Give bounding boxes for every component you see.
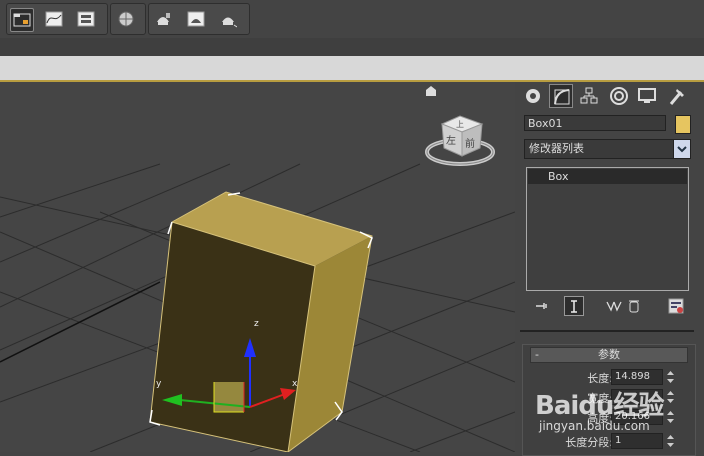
viewcube-left-label: 左 (446, 134, 456, 147)
rendered-frame-window-button[interactable] (185, 8, 207, 30)
viewcube[interactable]: 上 前 左 (425, 115, 495, 166)
watermark-brand: Baidu经验 (535, 391, 664, 421)
axis-z-label: z (254, 319, 259, 329)
make-unique-button[interactable] (604, 296, 624, 316)
rendered-frame-window-icon (187, 11, 205, 27)
material-editor-button[interactable] (115, 8, 137, 30)
trash-icon (629, 300, 639, 313)
hammer-icon (669, 89, 684, 105)
tab-create[interactable] (521, 84, 545, 108)
toolbar-group (110, 3, 146, 35)
make-unique-icon (606, 301, 622, 312)
tab-modify[interactable] (549, 84, 573, 108)
object-name-field[interactable]: Box01 (524, 115, 666, 131)
collapse-toggle[interactable]: - (535, 348, 539, 362)
watermark-url: jingyan.baidu.com (539, 419, 650, 433)
motion-icon (610, 87, 628, 105)
box01-object[interactable] (149, 191, 373, 452)
curve-editor-button[interactable] (43, 8, 65, 30)
schematic-view-button[interactable] (75, 8, 97, 30)
schematic-view-icon (77, 11, 95, 27)
scene-explorer-button[interactable] (10, 8, 34, 32)
axis-x-label: x (292, 379, 298, 389)
modify-icon (554, 89, 570, 105)
modifier-stack[interactable]: Box (526, 167, 689, 291)
pin-stack-button[interactable] (532, 296, 552, 316)
curve-editor-icon (45, 11, 63, 27)
param-length-field[interactable]: 14.898 (611, 369, 663, 385)
chevron-down-icon[interactable] (673, 140, 690, 158)
parameters-rollout-header[interactable]: 参数 - (530, 347, 688, 363)
show-end-result-button[interactable] (564, 296, 584, 316)
object-color-swatch[interactable] (675, 115, 691, 134)
stack-tools (524, 296, 694, 318)
panel-divider (520, 330, 694, 332)
axis-y-label: y (156, 379, 162, 389)
create-icon (526, 89, 540, 103)
stack-item-box[interactable]: Box (528, 169, 687, 184)
tab-display[interactable] (635, 84, 659, 108)
length-spinner-icon[interactable] (666, 369, 675, 385)
modifier-list-label: 修改器列表 (529, 142, 584, 155)
modifier-list-dropdown[interactable]: 修改器列表 (524, 139, 691, 159)
perspective-viewport[interactable]: z y x 上 前 左 (0, 82, 515, 452)
display-icon (638, 88, 656, 103)
tab-hierarchy[interactable] (577, 84, 601, 108)
render-setup-button[interactable] (152, 8, 174, 30)
scene-explorer-icon (13, 13, 31, 27)
material-editor-icon (118, 11, 134, 27)
configure-icon (668, 298, 684, 314)
world-axis-line (0, 281, 161, 363)
ribbon-bar (0, 56, 704, 82)
remove-modifier-button[interactable] (624, 296, 644, 316)
hierarchy-icon (580, 87, 598, 104)
teapot-icon (222, 17, 237, 28)
main-toolbar (0, 0, 704, 39)
toolbar-group (148, 3, 250, 35)
baidu-jingyan-watermark: Baidu经验 jingyan.baidu.com (535, 385, 695, 445)
toolbar-spacer (0, 38, 704, 56)
viewcube-front-label: 前 (465, 137, 475, 150)
command-panel-tabs (517, 82, 704, 110)
tab-motion[interactable] (607, 84, 631, 108)
show-end-result-icon (571, 300, 577, 313)
viewport-canvas: z y x 上 前 左 (0, 86, 515, 452)
param-length-label: 长度: (587, 372, 613, 385)
toolbar-group (6, 3, 108, 35)
render-production-button[interactable] (217, 8, 239, 30)
param-length-row: 长度: 14.898 (523, 369, 695, 386)
pin-icon (536, 303, 547, 309)
home-icon[interactable] (426, 86, 436, 96)
viewcube-top-label: 上 (456, 120, 464, 129)
tab-utilities[interactable] (665, 84, 689, 108)
parameters-title: 参数 (598, 348, 620, 361)
render-setup-icon (157, 13, 170, 25)
configure-modifier-sets-button[interactable] (666, 296, 686, 316)
